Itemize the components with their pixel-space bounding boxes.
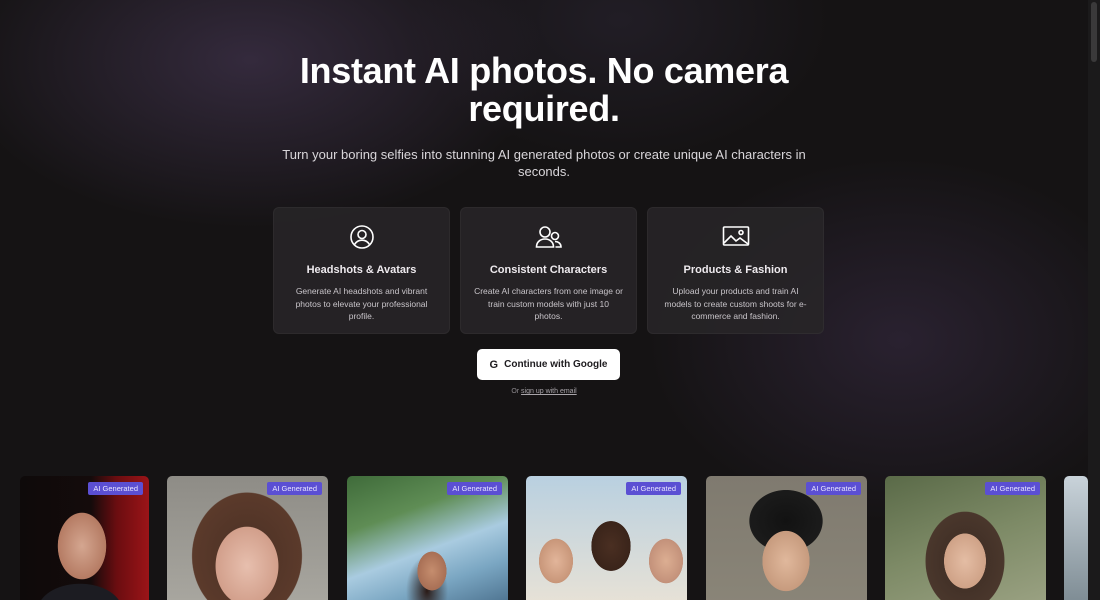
gallery-image[interactable]: AI Generated (20, 476, 149, 600)
page-subtitle: Turn your boring selfies into stunning A… (282, 147, 806, 179)
scrollbar-thumb[interactable] (1091, 2, 1097, 62)
feature-title: Consistent Characters (489, 264, 608, 276)
scrollbar[interactable] (1088, 0, 1100, 600)
ai-generated-badge: AI Generated (267, 482, 322, 495)
feature-title: Products & Fashion (683, 264, 788, 276)
alt-prefix: Or (511, 388, 520, 395)
gallery-image[interactable] (1064, 476, 1088, 600)
ai-generated-badge: AI Generated (88, 482, 143, 495)
feature-card-headshots: Headshots & Avatars Generate AI headshot… (273, 207, 450, 334)
feature-description: Generate AI headshots and vibrant photos… (295, 286, 428, 321)
page-title: Instant AI photos. No camera required. (299, 50, 789, 129)
feature-card-products: Products & Fashion Upload your products … (647, 207, 824, 334)
hero-section: Instant AI photos. No camera required. T… (0, 52, 1088, 180)
ai-generated-badge: AI Generated (447, 482, 502, 495)
gallery-image[interactable]: AI Generated (347, 476, 508, 600)
feature-cards: Headshots & Avatars Generate AI headshot… (273, 207, 824, 334)
google-g-icon: G (489, 358, 499, 371)
gallery-image[interactable]: AI Generated (706, 476, 867, 600)
gallery-image[interactable]: AI Generated (167, 476, 328, 600)
ai-generated-badge: AI Generated (806, 482, 861, 495)
feature-card-characters: Consistent Characters Create AI characte… (460, 207, 637, 334)
sign-up-email-link[interactable]: sign up with email (521, 388, 577, 395)
google-button-label: Continue with Google (504, 359, 608, 370)
alt-signup-line: Or sign up with email (0, 388, 1088, 395)
image-icon (648, 224, 823, 252)
ai-generated-badge: AI Generated (985, 482, 1040, 495)
users-icon (461, 224, 636, 252)
user-circle-icon (274, 224, 449, 252)
continue-with-google-button[interactable]: G Continue with Google (477, 349, 620, 380)
example-gallery: AI Generated AI Generated AI Generated A… (0, 476, 1088, 600)
ai-generated-badge: AI Generated (626, 482, 681, 495)
feature-title: Headshots & Avatars (306, 264, 417, 276)
feature-description: Upload your products and train AI models… (664, 286, 807, 321)
gallery-image[interactable]: AI Generated (526, 476, 687, 600)
gallery-image[interactable]: AI Generated (885, 476, 1046, 600)
feature-description: Create AI characters from one image or t… (474, 286, 623, 321)
